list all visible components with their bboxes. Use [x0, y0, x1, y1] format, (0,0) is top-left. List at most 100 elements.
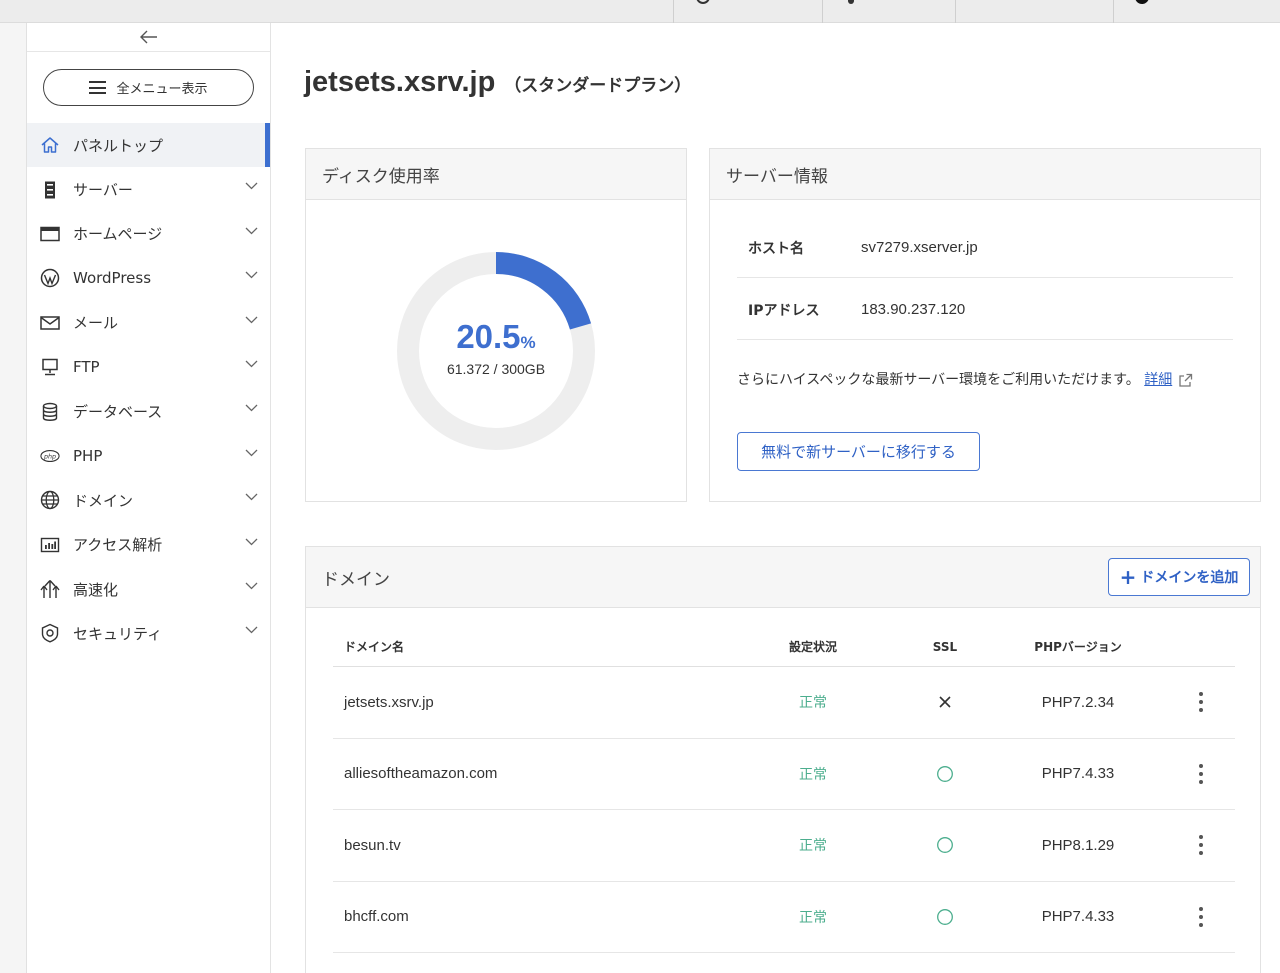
globe-icon — [40, 490, 60, 510]
toolbar-divider — [673, 0, 674, 23]
account-icon[interactable] — [1135, 0, 1149, 4]
ssl-on-icon — [930, 765, 960, 783]
ssl-on-icon — [930, 908, 960, 926]
migrate-server-button[interactable]: 無料で新サーバーに移行する — [737, 432, 980, 471]
sidebar-item-label: ドメイン — [73, 491, 134, 510]
php-version: PHP7.4.33 — [1041, 765, 1115, 783]
sidebar-item-label: WordPress — [73, 269, 152, 288]
table-row: jetsets.xsrv.jp 正常 PHP7.2.34 — [333, 667, 1235, 739]
card-title: ディスク使用率 — [306, 149, 686, 200]
server-info-card: サーバー情報 ホスト名 sv7279.xserver.jp IPアドレス 183… — [709, 148, 1261, 502]
server-domain: jetsets.xsrv.jp — [304, 66, 496, 98]
plan-name: （スタンダードプラン） — [504, 76, 692, 96]
sidebar-item-server[interactable]: サーバー — [27, 167, 270, 211]
column-header-php: PHPバージョン — [1034, 640, 1122, 654]
table-header: ドメイン名 設定状況 SSL PHPバージョン — [333, 627, 1235, 667]
more-options-icon[interactable] — [1195, 835, 1207, 856]
details-link[interactable]: 詳細 — [1144, 372, 1172, 388]
add-domain-button[interactable]: + ドメインを追加 — [1108, 558, 1250, 596]
info-key: ホスト名 — [748, 240, 804, 257]
sidebar-item-label: FTP — [73, 358, 100, 377]
hamburger-icon — [89, 81, 107, 94]
database-icon — [40, 402, 60, 422]
domain-name: jetsets.xsrv.jp — [344, 693, 434, 711]
more-options-icon[interactable] — [1195, 692, 1207, 713]
sidebar-item-label: 高速化 — [73, 580, 119, 599]
plus-icon: + — [1119, 565, 1137, 589]
card-title: サーバー情報 — [710, 149, 1260, 200]
chevron-down-icon — [245, 404, 258, 412]
sidebar-item-wordpress[interactable]: WordPress — [27, 256, 270, 300]
status-text: 正常 — [799, 909, 827, 926]
chevron-down-icon — [245, 182, 258, 190]
toolbar-divider — [1113, 0, 1114, 23]
chevron-down-icon — [245, 538, 258, 545]
info-value: sv7279.xserver.jp — [861, 239, 978, 256]
user-icon[interactable] — [848, 0, 854, 4]
sidebar-item-database[interactable]: データベース — [27, 389, 270, 433]
more-options-icon[interactable] — [1195, 763, 1207, 784]
sidebar-item-security[interactable]: セキュリティ — [27, 611, 270, 655]
sidebar-item-homepage[interactable]: ホームページ — [27, 212, 270, 256]
shield-icon — [40, 623, 60, 644]
column-header-status: 設定状況 — [788, 640, 837, 654]
toolbar-divider — [955, 0, 956, 23]
php-version: PHP8.1.29 — [1041, 836, 1115, 854]
chevron-down-icon — [245, 626, 258, 634]
collapse-sidebar-button[interactable] — [27, 23, 270, 52]
external-link-icon — [1179, 373, 1193, 387]
sidebar-item-label: サーバー — [73, 181, 133, 200]
chevron-down-icon — [245, 316, 258, 323]
mail-icon — [40, 313, 60, 333]
monitor-icon — [40, 357, 60, 377]
php-version: PHP7.4.33 — [1041, 908, 1115, 926]
disk-usage-donut: 20.5% 61.372 / 300GB — [396, 251, 596, 451]
chevron-down-icon — [245, 271, 258, 279]
all-menu-button[interactable]: 全メニュー表示 — [43, 69, 254, 106]
sidebar-item-mail[interactable]: メール — [27, 301, 270, 345]
sidebar-item-label: アクセス解析 — [73, 536, 163, 555]
toolbar-divider — [822, 0, 823, 23]
sidebar-item-label: ホームページ — [73, 225, 163, 244]
domain-name: besun.tv — [344, 836, 401, 854]
table-row: bhcff.com 正常 PHP7.4.33 — [333, 882, 1235, 953]
sidebar-item-label: メール — [73, 314, 119, 333]
upgrade-promo: さらにハイスペックな最新サーバー環境をご利用いただけます。 詳細 — [737, 367, 1227, 393]
disk-usage-amount: 61.372 / 300GB — [446, 360, 546, 377]
info-key: IPアドレス — [748, 302, 820, 319]
left-gutter — [0, 23, 27, 973]
sidebar-item-label: セキュリティ — [73, 624, 163, 643]
chevron-down-icon — [245, 493, 258, 501]
chevron-down-icon — [245, 449, 258, 457]
info-row-hostname: ホスト名 sv7279.xserver.jp — [737, 218, 1233, 278]
arrow-left-icon — [139, 30, 157, 44]
help-icon[interactable] — [696, 0, 710, 4]
home-icon — [40, 135, 60, 155]
sidebar-item-panel-top[interactable]: パネルトップ — [27, 123, 270, 168]
top-toolbar — [0, 0, 1280, 23]
status-text: 正常 — [799, 766, 827, 783]
disk-usage-card: ディスク使用率 20.5% 61.372 / 300GB — [305, 148, 687, 502]
domain-table: ドメイン名 設定状況 SSL PHPバージョン jetsets.xsrv.jp … — [333, 627, 1235, 953]
sidebar-item-access-analysis[interactable]: アクセス解析 — [27, 523, 270, 567]
more-options-icon[interactable] — [1195, 906, 1207, 927]
promo-text: さらにハイスペックな最新サーバー環境をご利用いただけます。 — [737, 372, 1140, 388]
bar-chart-icon — [40, 535, 60, 555]
server-icon — [40, 180, 60, 200]
column-header-domain: ドメイン名 — [344, 640, 405, 654]
wordpress-icon — [40, 268, 60, 288]
chevron-down-icon — [245, 360, 258, 368]
sidebar-item-label: パネルトップ — [73, 136, 164, 155]
info-value: 183.90.237.120 — [861, 301, 966, 318]
svg-text:php: php — [43, 453, 56, 460]
chevron-down-icon — [245, 582, 258, 590]
info-row-ip: IPアドレス 183.90.237.120 — [737, 280, 1233, 340]
sidebar-item-speed-up[interactable]: 高速化 — [27, 567, 270, 611]
php-icon: php — [40, 446, 60, 466]
php-version: PHP7.2.34 — [1041, 693, 1115, 711]
sidebar-item-ftp[interactable]: FTP — [27, 345, 270, 389]
sidebar-item-domain[interactable]: ドメイン — [27, 478, 270, 522]
page-title: jetsets.xsrv.jp （スタンダードプラン） — [304, 66, 691, 99]
sidebar-item-label: データベース — [73, 403, 163, 422]
sidebar-item-php[interactable]: php PHP — [27, 434, 270, 478]
